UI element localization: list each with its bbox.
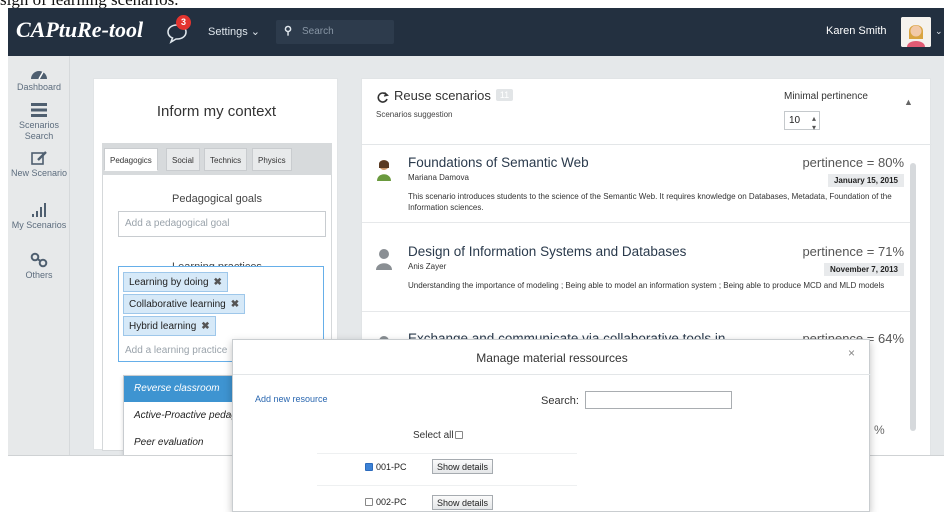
tab-pedagogics[interactable]: Pedagogics <box>104 148 158 171</box>
search-bar[interactable]: ⚲ Search <box>276 20 394 44</box>
scenario-item[interactable]: Design of Information Systems and Databa… <box>362 234 912 312</box>
tab-technics[interactable]: Technics <box>204 148 248 171</box>
partial-pertinence-text: % <box>874 423 885 437</box>
resource-checkbox[interactable] <box>365 463 373 471</box>
practice-dropdown: Reverse classroom Active-Proactive pedag… <box>123 375 238 455</box>
scenario-item[interactable]: Foundations of Semantic Web Mariana Damo… <box>362 145 912 223</box>
search-label: Search: <box>541 395 579 407</box>
remove-tag-icon[interactable]: ✖ <box>201 321 209 332</box>
panel-title: Inform my context <box>156 103 277 120</box>
resource-id: 001-PC <box>376 462 407 472</box>
reuse-header: Reuse scenarios 11 Scenarios suggestion M… <box>362 79 932 145</box>
resource-checkbox[interactable] <box>365 498 373 506</box>
scenario-description: Understanding the importance of modeling… <box>408 281 885 290</box>
practice-tag[interactable]: Learning by doing ✖ <box>123 272 228 292</box>
remove-tag-icon[interactable]: ✖ <box>214 277 222 288</box>
author-avatar-icon <box>377 160 391 181</box>
search-icon: ⚲ <box>284 25 293 37</box>
scenario-date: January 15, 2015 <box>827 174 904 187</box>
tab-social[interactable]: Social <box>166 148 200 171</box>
show-details-button[interactable]: Show details <box>432 459 494 474</box>
show-details-button[interactable]: Show details <box>432 495 494 510</box>
practice-tag[interactable]: Hybrid learning ✖ <box>123 316 216 336</box>
bar-chart-icon <box>32 203 46 217</box>
resource-row: 001-PC <box>365 462 407 472</box>
remove-tag-icon[interactable]: ✖ <box>231 299 239 310</box>
list-icon <box>31 103 47 117</box>
sidebar-item-scenarios-search[interactable]: Scenarios Search <box>8 102 70 142</box>
select-value: 10 <box>789 115 801 126</box>
reuse-subtitle: Scenarios suggestion <box>376 110 453 119</box>
screenshot: { "caption": "sign of learning scenarios… <box>0 0 944 512</box>
edit-icon <box>31 151 47 165</box>
tag-label: Learning by doing <box>129 277 209 288</box>
resource-id: 002-PC <box>376 497 407 507</box>
dashboard-icon <box>31 71 47 80</box>
dropdown-option[interactable]: Active-Proactive pedagogy <box>124 403 237 429</box>
sidebar-item-label: New Scenario <box>10 168 68 178</box>
user-name[interactable]: Karen Smith <box>826 25 887 37</box>
scrollbar[interactable] <box>910 163 916 431</box>
app-logo[interactable]: CAPtuRe-tool <box>16 17 143 43</box>
select-arrow-icon: ▴ ▾ <box>811 114 816 132</box>
resource-row: 002-PC <box>365 497 407 507</box>
min-pertinence-select[interactable]: 10 ▴ ▾ <box>784 111 820 132</box>
close-icon[interactable]: × <box>848 346 855 360</box>
sidebar-item-label: Others <box>25 270 53 280</box>
top-navbar: CAPtuRe-tool 3 Settings ⌄ ⚲ Search Karen… <box>8 8 944 56</box>
select-all-text: Select all <box>413 430 454 441</box>
scenario-author: Mariana Damova <box>408 173 469 182</box>
scenario-pertinence: pertinence = 71% <box>802 244 904 259</box>
scenario-title[interactable]: Foundations of Semantic Web <box>408 155 589 170</box>
link-icon <box>30 252 48 268</box>
settings-menu[interactable]: Settings ⌄ <box>208 25 260 38</box>
row-divider <box>317 485 577 486</box>
select-all-label[interactable]: Select all <box>413 430 463 441</box>
pedagogical-goal-input[interactable]: Add a pedagogical goal <box>118 211 326 237</box>
sidebar-item-label: My Scenarios <box>11 220 67 230</box>
reuse-title-text: Reuse scenarios <box>394 88 491 103</box>
sidebar-item-my-scenarios[interactable]: My Scenarios <box>8 202 70 231</box>
tag-label: Collaborative learning <box>129 299 226 310</box>
min-pertinence-label: Minimal pertinence <box>784 91 868 102</box>
scenario-date: November 7, 2013 <box>823 263 904 276</box>
scenario-title[interactable]: Design of Information Systems and Databa… <box>408 244 686 259</box>
tag-label: Hybrid learning <box>129 321 197 332</box>
add-resource-link[interactable]: Add new resource <box>255 394 328 404</box>
select-all-checkbox[interactable] <box>454 431 463 439</box>
scenario-pertinence: pertinence = 80% <box>802 155 904 170</box>
sidebar-item-label: Scenarios Search <box>18 120 60 141</box>
scenario-count-badge: 11 <box>495 89 514 101</box>
user-menu-caret[interactable]: ⌄ <box>935 26 943 37</box>
sidebar-item-dashboard[interactable]: Dashboard <box>8 66 70 93</box>
sidebar-item-others[interactable]: Others <box>8 252 70 281</box>
reuse-title: Reuse scenarios 11 <box>394 88 514 103</box>
sidebar-item-new-scenario[interactable]: New Scenario <box>8 150 70 179</box>
pedagogical-goals-label: Pedagogical goals <box>172 193 262 205</box>
practice-tag[interactable]: Collaborative learning ✖ <box>123 294 246 314</box>
modal-divider <box>233 374 871 375</box>
context-tabs: Pedagogics Social Technics Physics <box>102 143 332 175</box>
search-input[interactable]: Search <box>302 26 334 37</box>
scenario-description: This scenario introduces students to the… <box>408 192 892 212</box>
sidebar-item-label: Dashboard <box>16 82 62 92</box>
user-silhouette-icon <box>376 249 392 270</box>
user-avatar[interactable] <box>901 17 931 47</box>
resource-search-input[interactable] <box>585 391 732 409</box>
collapse-caret-icon[interactable]: ▲ <box>904 97 913 107</box>
dropdown-option[interactable]: Reverse classroom <box>124 376 237 402</box>
scenario-author: Anis Zayer <box>408 262 447 271</box>
modal-title: Manage material ressources <box>476 351 628 365</box>
row-divider <box>317 453 577 454</box>
manage-resources-modal: Manage material ressources × Add new res… <box>232 339 871 512</box>
sidebar: Dashboard Scenarios Search New Scenario <box>8 56 70 455</box>
refresh-icon[interactable] <box>376 91 389 104</box>
tab-physics[interactable]: Physics <box>252 148 292 171</box>
notification-badge[interactable]: 3 <box>176 15 191 30</box>
dropdown-option[interactable]: Peer evaluation <box>124 430 237 455</box>
